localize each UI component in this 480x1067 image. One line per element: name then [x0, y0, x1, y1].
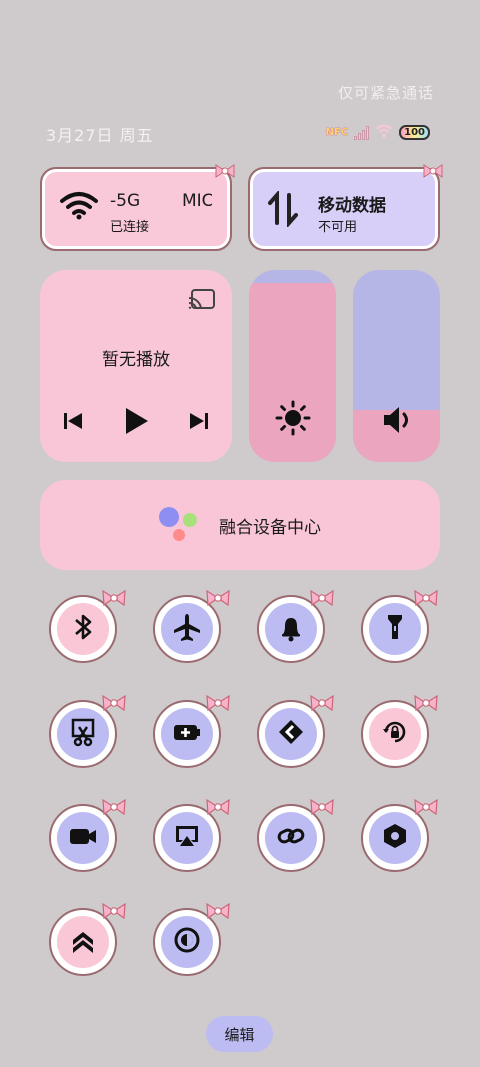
- toggle-dark-mode[interactable]: [153, 902, 230, 976]
- wifi-status-icon: [375, 123, 393, 142]
- brightness-slider[interactable]: [249, 270, 336, 462]
- media-player: 暂无播放: [40, 270, 232, 462]
- bow-icon: [413, 694, 439, 716]
- toggle-bluetooth[interactable]: [49, 589, 126, 663]
- bow-icon: [205, 694, 231, 716]
- mobile-data-title: 移动数据: [318, 196, 386, 216]
- nearby-share-icon: [276, 717, 306, 751]
- now-playing-text: 暂无播放: [102, 350, 170, 370]
- date-label: 3月27日 周五: [46, 126, 154, 145]
- sun-icon: [249, 400, 336, 436]
- performance-icon: [68, 925, 98, 959]
- hotspot-icon: [380, 821, 410, 855]
- bow-icon: [101, 694, 127, 716]
- mobile-data-status: 不可用: [318, 220, 358, 235]
- bow-icon: [413, 589, 439, 611]
- toggle-battery-saver[interactable]: [153, 694, 230, 768]
- wifi-status: 已连接: [110, 220, 150, 235]
- dark-mode-icon: [172, 925, 202, 959]
- edit-button[interactable]: 编辑: [206, 1016, 273, 1052]
- speaker-icon: [353, 404, 440, 436]
- toggle-airplane[interactable]: [153, 589, 230, 663]
- toggle-screen-record[interactable]: [49, 798, 126, 872]
- signal-icon: [354, 125, 370, 140]
- volume-slider[interactable]: [353, 270, 440, 462]
- screen-record-icon: [68, 821, 98, 855]
- bow-icon: [309, 798, 335, 820]
- wifi-network-name: -5G: [110, 191, 141, 211]
- bow-icon: [101, 902, 127, 924]
- screen-cast-icon: [172, 821, 202, 855]
- bell-icon: [276, 612, 306, 646]
- wifi-network-name-extra: MIC: [182, 191, 212, 211]
- nfc-icon: NFC: [325, 127, 349, 138]
- wifi-icon: [60, 191, 98, 225]
- toggle-link[interactable]: [257, 798, 334, 872]
- bow-icon: [205, 589, 231, 611]
- screenshot-icon: [68, 717, 98, 751]
- toggle-screen-cast[interactable]: [153, 798, 230, 872]
- battery-saver-icon: [172, 717, 202, 751]
- toggle-performance[interactable]: [49, 902, 126, 976]
- previous-icon[interactable]: [62, 410, 84, 436]
- bow-icon: [101, 798, 127, 820]
- toggle-nearby-share[interactable]: [257, 694, 334, 768]
- bluetooth-icon: [68, 612, 98, 646]
- data-arrows-icon: [268, 189, 298, 231]
- bow-icon: [214, 163, 236, 183]
- bow-icon: [413, 798, 439, 820]
- next-icon[interactable]: [188, 410, 210, 436]
- device-center-label: 融合设备中心: [219, 517, 321, 538]
- play-icon[interactable]: [122, 406, 150, 440]
- wifi-tile[interactable]: -5G MIC 已连接: [40, 164, 235, 251]
- mobile-data-tile[interactable]: 移动数据 不可用: [248, 164, 443, 251]
- airplane-icon: [172, 612, 202, 646]
- cast-icon[interactable]: [188, 288, 216, 314]
- bow-icon: [309, 589, 335, 611]
- toggle-screenshot[interactable]: [49, 694, 126, 768]
- toggle-bell[interactable]: [257, 589, 334, 663]
- bow-icon: [101, 589, 127, 611]
- bow-icon: [309, 694, 335, 716]
- rotation-lock-icon: [380, 717, 410, 751]
- device-center-icon: [159, 505, 199, 545]
- bow-icon: [205, 902, 231, 924]
- flashlight-icon: [380, 612, 410, 646]
- system-icons: NFC 100: [326, 123, 430, 142]
- link-icon: [276, 821, 306, 855]
- bow-icon: [422, 163, 444, 183]
- toggle-flashlight[interactable]: [361, 589, 438, 663]
- battery-icon: 100: [399, 125, 430, 140]
- bow-icon: [205, 798, 231, 820]
- toggle-hotspot[interactable]: [361, 798, 438, 872]
- toggle-rotation-lock[interactable]: [361, 694, 438, 768]
- device-center-card[interactable]: 融合设备中心: [40, 480, 440, 570]
- emergency-call-text: 仅可紧急通话: [337, 84, 434, 102]
